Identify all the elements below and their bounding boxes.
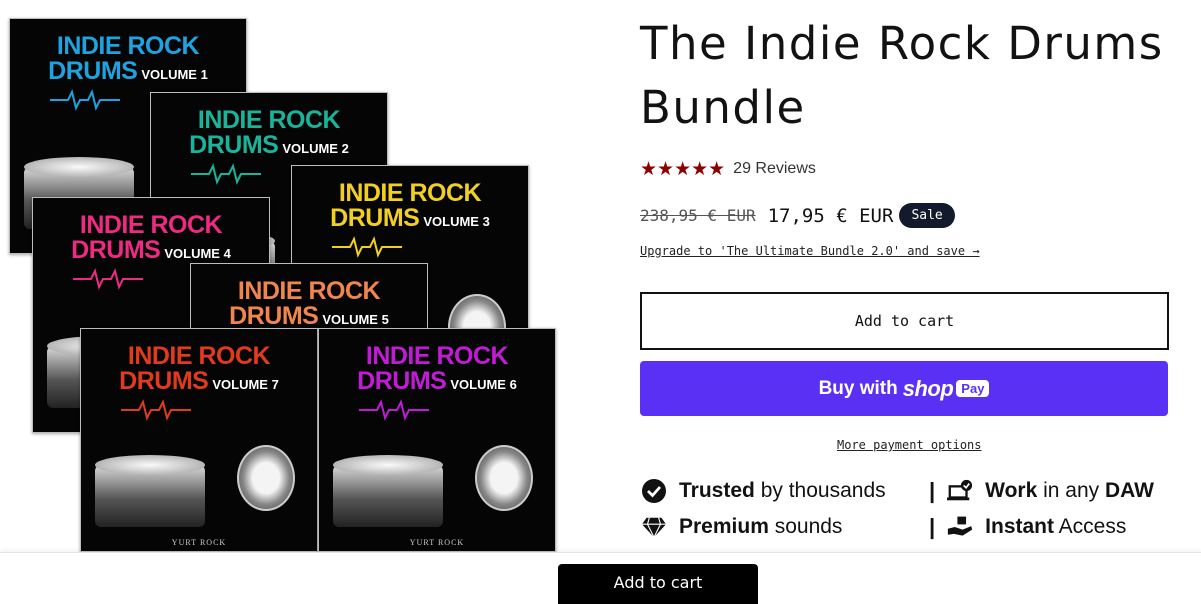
- pay-logo: Pay: [956, 380, 990, 397]
- cover-volume-label: VOLUME 5: [322, 312, 389, 327]
- cover-drums-text: DRUMS: [330, 204, 420, 232]
- heartbeat-icon: [359, 399, 429, 421]
- cover-title-line1: INDIE ROCK: [197, 106, 341, 134]
- cover-volume-label: VOLUME 7: [212, 377, 279, 392]
- heartbeat-icon: [332, 236, 402, 258]
- cover-drums-text: DRUMS: [189, 131, 279, 159]
- cover-volume-label: VOLUME 6: [450, 377, 517, 392]
- cover-title-line2: DRUMS VOLUME 7: [81, 369, 317, 394]
- cover-volume-label: VOLUME 4: [164, 246, 231, 261]
- cover-title-line1: INDIE ROCK: [338, 179, 482, 207]
- cover-volume-label: VOLUME 3: [423, 214, 490, 229]
- cover-title-line1: INDIE ROCK: [237, 277, 381, 305]
- cover-title-line2: DRUMS VOLUME 3: [292, 206, 528, 231]
- cover-title-line2: DRUMS VOLUME 2: [151, 133, 387, 158]
- feature-bold: Instant: [985, 515, 1054, 538]
- star-rating-icon: ★★★★★: [640, 158, 726, 180]
- cover-volume-label: VOLUME 2: [282, 141, 349, 156]
- snare-image: [475, 445, 533, 511]
- cover-drums-text: DRUMS: [229, 302, 319, 330]
- sale-price: 17,95 € EUR: [767, 204, 894, 227]
- cover-title-line2: DRUMS VOLUME 4: [33, 238, 269, 263]
- cover-volume-6: INDIE ROCK DRUMS VOLUME 6 YURT ROCK: [318, 328, 556, 552]
- heartbeat-icon: [73, 268, 143, 290]
- feature-text: in any: [1037, 479, 1105, 502]
- separator: |: [929, 514, 936, 539]
- heartbeat-icon: [191, 163, 261, 185]
- shop-pay-button[interactable]: Buy with shop Pay: [640, 361, 1168, 416]
- add-to-cart-button[interactable]: Add to cart: [640, 292, 1169, 350]
- cover-title-line2: DRUMS VOLUME 5: [191, 304, 427, 329]
- upgrade-bundle-link[interactable]: Upgrade to 'The Ultimate Bundle 2.0' and…: [640, 244, 980, 258]
- cover-volume-label: VOLUME 1: [141, 67, 208, 82]
- cover-title-line1: INDIE ROCK: [365, 342, 509, 370]
- sticky-cart-bar: Add to cart: [0, 552, 1201, 604]
- product-gallery[interactable]: INDIE ROCK DRUMS VOLUME 1 INDIE ROCK DRUM…: [0, 0, 600, 560]
- shop-logo: shop: [902, 375, 954, 401]
- more-payment-options-link[interactable]: More payment options: [837, 438, 982, 452]
- shop-pay-buy-with: Buy with: [818, 377, 898, 399]
- cover-drums-text: DRUMS: [48, 57, 138, 85]
- heartbeat-icon: [121, 399, 191, 421]
- drum-image: [333, 455, 443, 527]
- sale-badge: Sale: [899, 203, 955, 228]
- feature-bold-2: DAW: [1105, 479, 1154, 502]
- drum-image: [95, 455, 205, 527]
- price-row: 238,95 € EUR 17,95 € EUR Sale: [640, 203, 955, 228]
- cover-title-line2: DRUMS VOLUME 6: [319, 369, 555, 394]
- cover-drums-text: DRUMS: [119, 367, 209, 395]
- cover-title-line1: INDIE ROCK: [56, 32, 200, 60]
- snare-image: [237, 445, 295, 511]
- diamond-icon: [641, 514, 667, 540]
- separator: |: [929, 478, 936, 503]
- regular-price: 238,95 € EUR: [640, 206, 756, 225]
- cover-title-line1: INDIE ROCK: [79, 211, 223, 239]
- brand-logo: YURT ROCK: [409, 538, 465, 547]
- feature-work-daw: | Work in any DAW: [929, 478, 1154, 504]
- feature-premium: Premium sounds: [641, 514, 842, 540]
- feature-instant-access: | Instant Access: [929, 514, 1126, 540]
- cover-volume-7: INDIE ROCK DRUMS VOLUME 7 YURT ROCK: [80, 328, 318, 552]
- brand-logo: YURT ROCK: [171, 538, 227, 547]
- laptop-check-icon: [947, 478, 973, 504]
- feature-bold: Work: [985, 479, 1038, 502]
- feature-text: Access: [1054, 515, 1127, 538]
- sticky-add-to-cart-button[interactable]: Add to cart: [558, 564, 758, 604]
- feature-text: by thousands: [754, 479, 886, 502]
- cover-title-line1: INDIE ROCK: [127, 342, 271, 370]
- feature-text: sounds: [768, 515, 843, 538]
- check-circle-icon: [641, 478, 667, 504]
- feature-bold: Trusted: [679, 479, 755, 502]
- hand-box-icon: [947, 514, 973, 540]
- cover-title-line2: DRUMS VOLUME 1: [10, 59, 246, 84]
- feature-trusted: Trusted by thousands: [641, 478, 886, 504]
- product-title: The Indie Rock Drums Bundle: [640, 17, 1164, 134]
- cover-drums-text: DRUMS: [71, 236, 161, 264]
- feature-bold: Premium: [679, 515, 769, 538]
- cover-drums-text: DRUMS: [357, 367, 447, 395]
- product-rating[interactable]: ★★★★★ 29 Reviews: [640, 158, 816, 180]
- reviews-count[interactable]: 29 Reviews: [733, 160, 816, 178]
- heartbeat-icon: [50, 89, 120, 111]
